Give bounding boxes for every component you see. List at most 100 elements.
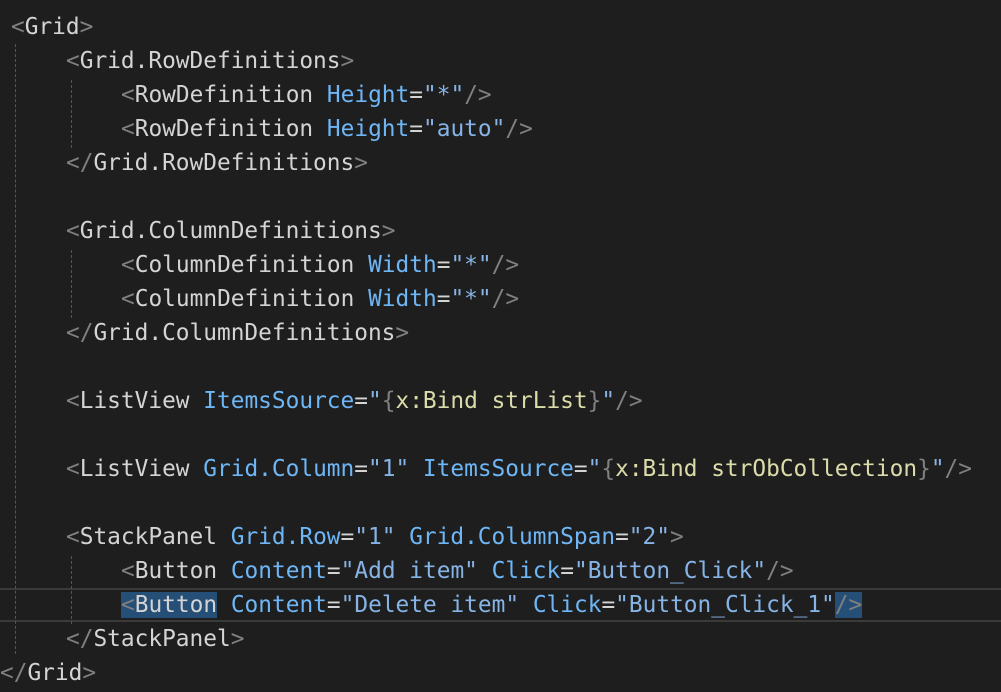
code-token: "*" xyxy=(450,286,492,312)
code-token: = xyxy=(354,456,368,482)
code-line[interactable]: <Grid> xyxy=(0,10,93,44)
code-line[interactable]: <Button Content="Delete item" Click="But… xyxy=(0,588,863,622)
code-token: x:Bind xyxy=(395,388,478,414)
code-token: " xyxy=(601,388,616,414)
code-token: < xyxy=(121,252,135,278)
code-token: = xyxy=(436,252,451,278)
code-line[interactable]: <ListView Grid.Column="1" ItemsSource="{… xyxy=(0,452,972,486)
code-token: "1" xyxy=(354,524,396,550)
code-token: "Add item" xyxy=(340,558,478,584)
code-token: = xyxy=(615,524,629,550)
code-token: ColumnDefinition xyxy=(134,286,355,312)
code-token: Grid.RowDefinitions xyxy=(93,150,355,176)
code-editor[interactable]: <Grid> <Grid.RowDefinitions> <RowDefinitio… xyxy=(0,0,1001,692)
code-token: > xyxy=(669,524,684,550)
code-token: RowDefinition xyxy=(134,116,314,142)
code-line[interactable]: <ColumnDefinition Width="*"/> xyxy=(0,282,519,316)
code-token: > xyxy=(395,320,410,346)
code-token: Width xyxy=(368,252,437,278)
code-token: Height xyxy=(326,116,410,142)
code-token: < xyxy=(121,82,135,108)
code-token: < xyxy=(121,286,135,312)
code-token: { xyxy=(381,388,396,414)
code-line[interactable]: <ColumnDefinition Width="*"/> xyxy=(0,248,519,282)
code-token: Click xyxy=(532,592,602,618)
code-line[interactable]: </Grid> xyxy=(0,656,96,690)
code-token: = xyxy=(409,116,423,142)
code-token: "Button_Click_1" xyxy=(615,592,835,618)
code-token: Grid.ColumnDefinitions xyxy=(79,218,382,244)
code-line[interactable]: <Grid.RowDefinitions> xyxy=(0,44,354,78)
code-token: } xyxy=(917,456,931,482)
code-token: "1" xyxy=(368,456,410,482)
code-token: < xyxy=(66,48,80,74)
code-token: " xyxy=(368,388,382,414)
code-token: "Delete item" xyxy=(340,592,520,618)
code-token: { xyxy=(601,456,616,482)
code-token: < xyxy=(66,456,80,482)
code-token: "2" xyxy=(628,524,670,550)
code-token: < xyxy=(66,388,80,414)
code-token: } xyxy=(587,388,602,414)
code-token: = xyxy=(326,592,341,618)
code-token: RowDefinition xyxy=(134,82,314,108)
code-line[interactable]: <Button Content="Add item" Click="Button… xyxy=(0,554,794,588)
code-token: = xyxy=(601,592,616,618)
code-token: > xyxy=(340,48,355,74)
code-line[interactable]: </Grid.RowDefinitions> xyxy=(0,146,368,180)
code-line[interactable]: <RowDefinition Height="*"/> xyxy=(0,78,492,112)
code-token: /> xyxy=(491,252,520,278)
code-line[interactable]: <ListView ItemsSource="{x:Bind strList}"… xyxy=(0,384,643,418)
code-token: ItemsSource xyxy=(422,456,574,482)
code-token: Content xyxy=(230,592,327,618)
code-line[interactable]: </StackPanel> xyxy=(0,622,244,656)
code-token: Grid.Row xyxy=(230,524,341,550)
code-line[interactable]: <StackPanel Grid.Row="1" Grid.ColumnSpan… xyxy=(0,520,684,554)
code-line[interactable]: <RowDefinition Height="auto"/> xyxy=(0,112,533,146)
code-token: strList xyxy=(491,388,588,414)
code-token: < xyxy=(11,14,25,40)
code-token: " xyxy=(587,456,602,482)
code-token: < xyxy=(121,592,135,618)
code-line[interactable]: <Grid.ColumnDefinitions> xyxy=(0,214,395,248)
code-token: " xyxy=(930,456,945,482)
code-token: /> xyxy=(834,592,863,618)
code-token: </ xyxy=(66,150,94,176)
code-token: = xyxy=(436,286,451,312)
code-token: ItemsSource xyxy=(203,388,355,414)
code-token: /> xyxy=(766,558,794,584)
code-token: > xyxy=(354,150,368,176)
code-token: Click xyxy=(491,558,561,584)
code-line[interactable]: </Grid.ColumnDefinitions> xyxy=(0,316,409,350)
code-token: </ xyxy=(66,626,94,652)
code-token: "auto" xyxy=(423,116,506,142)
code-token: Grid.Column xyxy=(203,456,355,482)
code-token: ListView xyxy=(79,388,190,414)
code-token: > xyxy=(82,660,97,686)
code-token: > xyxy=(79,14,94,40)
code-token: > xyxy=(230,626,245,652)
code-token: < xyxy=(66,218,80,244)
code-token: </ xyxy=(0,660,28,686)
code-token: = xyxy=(340,524,355,550)
code-token: = xyxy=(326,558,341,584)
code-token: Content xyxy=(230,558,327,584)
code-token: strObCollection xyxy=(711,456,918,482)
code-token: < xyxy=(121,558,135,584)
code-token: "Button_Click" xyxy=(573,558,767,584)
code-token: Grid.RowDefinitions xyxy=(79,48,341,74)
code-token: Height xyxy=(326,82,410,108)
code-token: < xyxy=(121,116,135,142)
code-token: /> xyxy=(944,456,972,482)
code-token: StackPanel xyxy=(79,524,217,550)
code-token: </ xyxy=(66,320,94,346)
